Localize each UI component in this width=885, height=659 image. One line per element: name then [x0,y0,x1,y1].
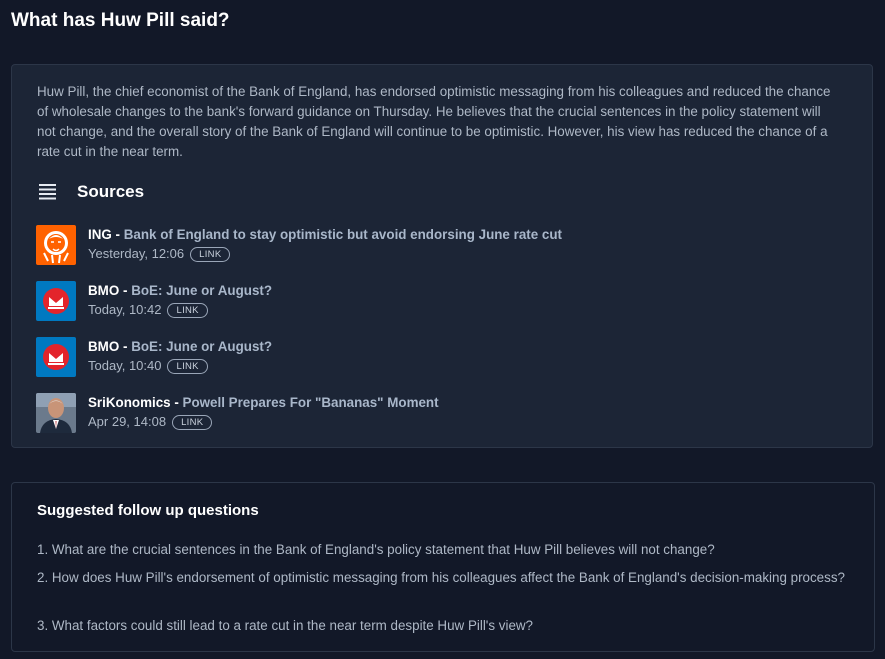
source-time: Today, 10:40 [88,358,162,373]
source-publisher: BMO [88,283,120,298]
source-publisher: SriKonomics [88,395,171,410]
link-button[interactable]: LINK [190,246,231,262]
source-item: BMO - BoE: June or August? Today, 10:40 … [36,337,272,377]
source-time: Apr 29, 14:08 [88,414,167,429]
sources-title: Sources [77,182,145,201]
sources-header: Sources [38,182,144,202]
link-button[interactable]: LINK [167,302,208,318]
followup-title: Suggested follow up questions [37,502,259,519]
source-separator: - [115,227,121,242]
source-publisher: ING [88,227,112,242]
followup-card: Suggested follow up questions 1. What ar… [11,482,875,652]
source-publisher: BMO [88,339,120,354]
source-item: BMO - BoE: June or August? Today, 10:42 … [36,281,272,321]
page-title: What has Huw Pill said? [11,10,230,31]
followup-question[interactable]: 3. What factors could still lead to a ra… [37,616,847,636]
bmo-logo [36,337,76,377]
source-separator: - [174,395,179,410]
source-time: Yesterday, 12:06 [88,246,185,261]
source-title-link[interactable]: BoE: June or August? [131,339,272,354]
source-separator: - [122,339,128,354]
source-title-link[interactable]: Powell Prepares For "Bananas" Moment [183,395,439,410]
answer-card: Huw Pill, the chief economist of the Ban… [11,64,873,448]
source-separator: - [122,283,128,298]
source-item: SriKonomics - Powell Prepares For "Banan… [36,393,439,433]
followup-question[interactable]: 1. What are the crucial sentences in the… [37,540,847,560]
list-icon [39,184,56,200]
ing-lion-logo [36,225,76,265]
source-title-link[interactable]: BoE: June or August? [131,283,272,298]
link-button[interactable]: LINK [167,358,208,374]
source-title-link[interactable]: Bank of England to stay optimistic but a… [124,227,562,242]
source-time: Today, 10:42 [88,302,162,317]
bmo-logo [36,281,76,321]
followup-question[interactable]: 2. How does Huw Pill's endorsement of op… [37,568,847,588]
source-item: ING - Bank of England to stay optimistic… [36,225,562,265]
link-button[interactable]: LINK [172,414,213,430]
answer-text: Huw Pill, the chief economist of the Ban… [37,84,831,159]
author-photo [36,393,76,433]
